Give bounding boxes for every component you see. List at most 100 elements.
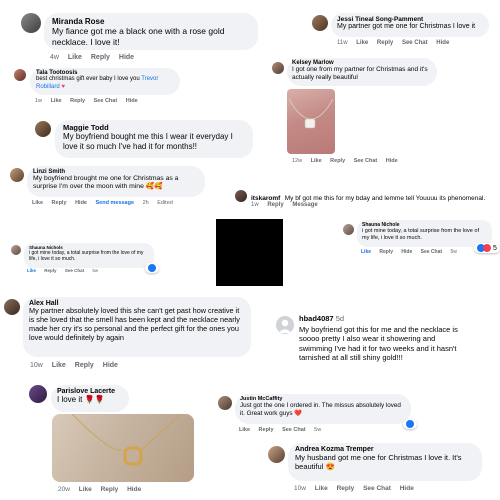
comment-time[interactable]: 20w [58,486,70,493]
reply-button[interactable]: Reply [330,158,345,164]
comment-text: i got mine today, a total surprise from … [362,228,479,241]
avatar[interactable] [29,385,47,403]
reaction-badge[interactable] [403,419,417,429]
reply-button[interactable]: Reply [379,249,393,255]
reply-button[interactable]: Reply [259,427,274,433]
comment-actions: 1w Like Reply See Chat Hide [35,98,145,104]
comment-text: My fiance got me a black one with a rose… [52,26,225,47]
hide-button[interactable]: Hide [400,485,414,492]
avatar[interactable] [235,190,247,202]
like-button[interactable]: Like [79,486,92,493]
avatar[interactable] [272,62,284,74]
hide-button[interactable]: Hide [127,486,141,493]
like-button[interactable]: Like [32,200,43,206]
hide-button[interactable]: Hide [119,54,134,61]
comment-bubble: Justin McCaffity Just got the one I orde… [235,394,411,424]
comment-text: i got mine today, a total surprise from … [29,250,144,263]
see-chat-button[interactable]: See Chat [363,485,391,492]
send-message-button[interactable]: Send message [96,200,135,206]
comment-text: My husband got me one for Christmas I lo… [295,453,462,472]
comment-author[interactable]: Maggie Todd [63,123,245,132]
like-button[interactable]: Like [311,158,322,164]
reply-button[interactable]: Reply [70,98,85,104]
edited-label: Edited [157,200,173,206]
comment-time[interactable]: 5w [314,427,321,433]
reply-button[interactable]: Reply [91,54,110,61]
comment-time[interactable]: 1w [251,202,259,208]
reply-button[interactable]: Reply [44,268,56,273]
reply-button[interactable]: Reply [337,485,355,492]
avatar[interactable] [10,168,24,182]
comment-time[interactable]: 11w [337,40,348,46]
hide-button[interactable]: Hide [126,98,138,104]
comment-time[interactable]: 5w [92,268,98,273]
comment-actions: Like Reply See Chat 5w [27,268,105,273]
comment-header: hbad4087 5d [299,314,344,323]
comment-author[interactable]: hbad4087 [299,314,334,323]
hide-button[interactable]: Hide [103,362,118,369]
necklace-photo[interactable] [287,89,335,154]
like-button[interactable]: Like [68,54,82,61]
comment-text: Just got the one I ordered in. The missu… [240,402,401,417]
comment-author[interactable]: Parislove Lacerte [57,388,123,395]
reply-button[interactable]: Reply [75,362,94,369]
avatar[interactable] [14,69,26,81]
reply-button[interactable]: Reply [101,486,119,493]
reply-button[interactable]: Reply [267,202,283,208]
avatar[interactable] [35,121,51,137]
comment-text: My boyfriend brought me one for Christma… [33,175,179,191]
reaction-badge[interactable] [145,263,159,273]
see-chat-button[interactable]: See Chat [94,98,118,104]
comment-time[interactable]: 12w [292,158,302,164]
comment-bubble: Andrea Kozma Tremper My husband got me o… [288,443,482,481]
comment-time[interactable]: 1w [35,98,42,104]
comment-author[interactable]: Miranda Rose [52,17,250,26]
see-chat-button[interactable]: See Chat [282,427,306,433]
comment-author[interactable]: Andrea Kozma Tremper [295,446,475,453]
reply-button[interactable]: Reply [52,200,67,206]
person-silhouette-icon [278,319,292,333]
see-chat-button[interactable]: See Chat [421,249,442,255]
see-chat-button[interactable]: See Chat [65,268,84,273]
see-chat-button[interactable]: See Chat [402,40,428,46]
like-button[interactable]: Like [52,362,66,369]
see-chat-button[interactable]: See Chat [354,158,378,164]
like-button[interactable]: Like [361,249,371,255]
avatar[interactable] [343,224,354,235]
avatar[interactable] [312,15,328,31]
message-button[interactable]: Message [292,202,317,208]
avatar[interactable] [11,245,21,255]
default-avatar-icon[interactable] [276,316,294,334]
hide-button[interactable]: Hide [386,158,398,164]
like-button[interactable]: Like [239,427,250,433]
comment-time[interactable]: 5w [450,249,456,255]
heart-icon: ♥ [61,83,65,90]
hide-button[interactable]: Hide [436,40,449,46]
hide-button[interactable]: Hide [75,200,87,206]
necklace-photo[interactable] [52,414,194,482]
avatar[interactable] [268,446,285,463]
like-button[interactable]: Like [51,98,62,104]
like-button[interactable]: Like [315,485,328,492]
reply-button[interactable]: Reply [377,40,393,46]
avatar[interactable] [218,396,232,410]
comment-text-body: best christmas gift ever baby I love you [36,76,140,82]
love-reaction-icon [483,244,491,252]
comment-text: I love it 🌹🌹 [57,395,105,404]
comment-text: My bf got me this for my bday and lemme … [284,195,486,202]
comment-actions: Like Reply See Chat 5w [239,427,328,433]
reaction-badge[interactable]: 5 [474,243,500,253]
comment-author[interactable]: Jessi Tineal Song-Pamment [337,16,483,23]
like-button[interactable]: Like [27,268,36,273]
avatar[interactable] [21,13,41,33]
comment-time[interactable]: 10w [294,485,306,492]
hide-button[interactable]: Hide [401,249,412,255]
like-button[interactable]: Like [356,40,368,46]
comment-time[interactable]: 10w [30,362,43,369]
comment-time[interactable]: 5d [336,314,344,323]
comment-time[interactable]: 2h [143,200,149,206]
avatar[interactable] [4,299,20,315]
comment-time[interactable]: 4w [50,54,59,61]
comment-text: My boyfriend bought me this I wear it ev… [63,132,233,151]
comment-author[interactable]: itskaromf [251,195,280,202]
